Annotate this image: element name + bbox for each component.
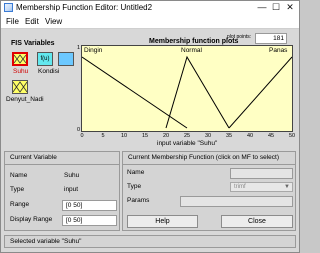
- current-mf-heading: Current Membership Function (click on MF…: [123, 152, 295, 165]
- mf-name-input[interactable]: [230, 168, 293, 179]
- mf-plot-svg: [82, 55, 292, 129]
- x-tick-label: 40: [247, 133, 254, 139]
- input-mf-icon: [14, 54, 26, 64]
- x-tick-label: 25: [184, 133, 191, 139]
- x-tick-label: 50: [289, 133, 296, 139]
- x-tick-label: 20: [163, 133, 170, 139]
- help-button[interactable]: Help: [127, 215, 198, 228]
- window-title: Membership Function Editor: Untitled2: [16, 3, 153, 12]
- mf-name-label: Name: [127, 169, 145, 176]
- minimize-button[interactable]: —: [255, 1, 269, 15]
- menu-view[interactable]: View: [45, 16, 62, 27]
- mf-curve-dingin[interactable]: [82, 56, 188, 129]
- x-axis-label: input variable "Suhu": [157, 140, 218, 147]
- variable-type-label: Type: [10, 186, 25, 193]
- mf-type-select[interactable]: trimf ▼: [230, 182, 293, 192]
- matlab-window-icon: [4, 3, 13, 12]
- range-label: Range: [10, 201, 30, 208]
- y-tick-label: 1: [77, 45, 81, 51]
- current-variable-panel: Current Variable Name Suhu Type input Ra…: [4, 151, 120, 231]
- x-tick-label: 0: [80, 133, 84, 139]
- close-window-button[interactable]: ✕: [283, 1, 297, 15]
- menu-file[interactable]: File: [6, 16, 19, 27]
- variable-name-value: Suhu: [64, 172, 80, 179]
- mf-curve-normal[interactable]: [165, 55, 230, 129]
- x-tick-label: 15: [142, 133, 149, 139]
- plot-points-label: plot points:: [227, 34, 252, 40]
- menu-edit[interactable]: Edit: [25, 16, 39, 27]
- variable-name-label: Name: [10, 172, 28, 179]
- mf-label-normal[interactable]: Normal: [181, 47, 202, 54]
- mf-curve-panas[interactable]: [228, 56, 292, 129]
- input-variable-suhu-label: Suhu: [13, 68, 29, 75]
- output-variable-kondisi[interactable]: [58, 52, 74, 66]
- mf-label-dingin[interactable]: Dingin: [84, 47, 102, 54]
- range-input[interactable]: [0 50]: [62, 200, 117, 211]
- fis-variables-panel: FIS Variables Suhu f(u) Kondisi Denyut_N…: [4, 32, 80, 144]
- fis-variables-heading: FIS Variables: [11, 40, 55, 47]
- menu-bar: File Edit View: [1, 15, 299, 29]
- variable-type-value: input: [64, 186, 79, 193]
- x-tick-label: 35: [226, 133, 233, 139]
- input-variable-denyut-nadi-label: Denyut_Nadi: [6, 96, 44, 103]
- maximize-button[interactable]: ☐: [269, 1, 283, 15]
- x-tick-label: 5: [101, 133, 105, 139]
- function-box-icon: f(u): [37, 52, 53, 66]
- mf-params-input[interactable]: [180, 196, 293, 207]
- display-range-label: Display Range: [10, 216, 53, 223]
- current-variable-heading: Current Variable: [5, 152, 119, 165]
- x-tick-label: 30: [205, 133, 212, 139]
- plot-title: Membership function plots: [149, 38, 239, 45]
- mf-params-label: Params: [127, 197, 150, 204]
- membership-function-editor-window: Membership Function Editor: Untitled2 — …: [0, 0, 300, 253]
- plot-points-input[interactable]: 181: [255, 33, 287, 44]
- mf-type-label: Type: [127, 183, 142, 190]
- x-tick-label: 10: [121, 133, 128, 139]
- y-tick-label: 0: [77, 127, 81, 133]
- input-mf-icon: [13, 81, 27, 93]
- display-range-input[interactable]: [0 50]: [62, 215, 117, 226]
- membership-function-plot[interactable]: Dingin Normal Panas: [81, 45, 293, 132]
- status-bar: Selected variable "Suhu": [4, 235, 296, 248]
- x-tick-label: 45: [268, 133, 275, 139]
- input-variable-suhu[interactable]: [12, 52, 28, 66]
- chevron-down-icon: ▼: [284, 184, 290, 190]
- mf-label-panas[interactable]: Panas: [269, 47, 287, 54]
- mf-type-value: trimf: [234, 184, 246, 190]
- title-bar: Membership Function Editor: Untitled2 — …: [1, 1, 299, 15]
- current-mf-panel: Current Membership Function (click on MF…: [122, 151, 296, 231]
- output-variable-kondisi-label: Kondisi: [38, 68, 60, 75]
- close-button[interactable]: Close: [221, 215, 293, 228]
- input-variable-denyut-nadi[interactable]: [12, 80, 28, 94]
